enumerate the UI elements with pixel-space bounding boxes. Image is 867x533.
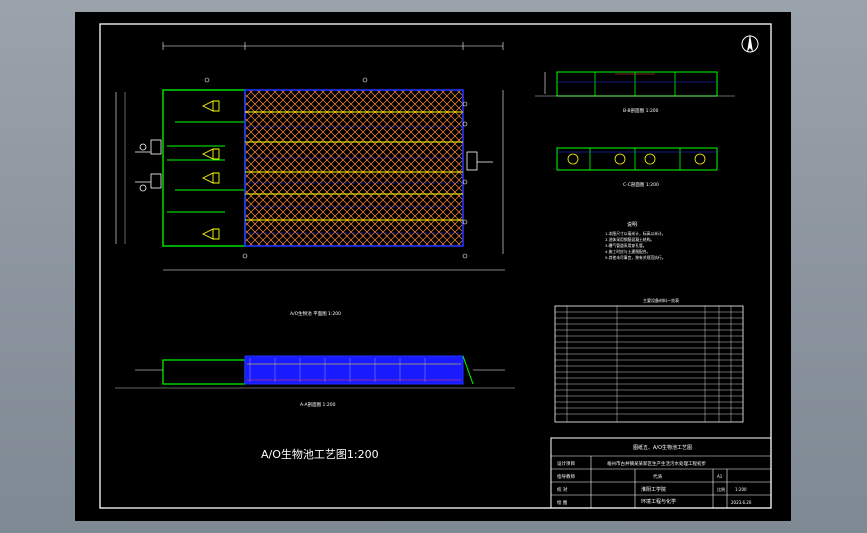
cad-drawing: A/O生物池 平面图 1:200 A-A剖面图 1:200 A/O生物池工艺图1… xyxy=(99,23,772,509)
north-arrow-icon xyxy=(741,34,759,53)
note-line: 2.池体采用钢筋混凝土结构。 xyxy=(605,237,654,242)
designer-label: 指导教师 xyxy=(557,473,575,480)
note-line: 4.施工时应与土建图配合。 xyxy=(605,249,650,254)
note-line: 1.本图尺寸以毫米计，标高以米计。 xyxy=(605,231,666,236)
note-line: 3.曝气管道采用穿孔管。 xyxy=(605,243,647,248)
project-label: 设计项目 xyxy=(557,460,575,467)
sheet-size: A1 xyxy=(717,474,723,479)
drawing-sheet: A/O生物池 平面图 1:200 A-A剖面图 1:200 A/O生物池工艺图1… xyxy=(75,12,791,521)
main-title: A/O生物池工艺图1:200 xyxy=(261,447,379,461)
section-cc-caption: C-C剖面图 1:200 xyxy=(623,181,659,188)
section-aa xyxy=(115,355,515,389)
plan-view xyxy=(115,42,505,271)
equipment-table: 主要设备材料一览表 xyxy=(554,297,744,423)
school-name: 淮阴工学院 xyxy=(641,486,666,493)
plan-caption: A/O生物池 平面图 1:200 xyxy=(290,310,341,317)
project-name: 亳州市古井镇某某新区生产生活污水处理工程初步 xyxy=(607,460,706,467)
draw-label: 绘 图 xyxy=(557,499,568,506)
department-name: 环境工程与化学 xyxy=(641,498,676,505)
section-cc xyxy=(556,147,718,171)
notes-title: 说明 xyxy=(627,221,637,228)
designer-name: 代涛 xyxy=(653,473,662,480)
date: 2023.6.20 xyxy=(731,500,752,505)
scale-value: 1:200 xyxy=(735,487,747,492)
section-bb-caption: B-B剖面图 1:200 xyxy=(623,107,659,114)
notes-block: 说明 1.本图尺寸以毫米计，标高以米计。 2.池体采用钢筋混凝土结构。 3.曝气… xyxy=(605,221,666,260)
title-block: 图纸五、A/O生物池工艺图 设计项目 亳州市古井镇某某新区生产生活污水处理工程初… xyxy=(550,437,772,509)
row-check-label: 校 对 xyxy=(557,486,568,493)
section-bb xyxy=(535,71,735,97)
section-aa-caption: A-A剖面图 1:200 xyxy=(300,401,336,408)
scale-label: 比例 xyxy=(717,486,725,492)
table-title: 主要设备材料一览表 xyxy=(643,297,679,303)
drawing-name: 图纸五、A/O生物池工艺图 xyxy=(633,444,692,451)
note-line: 5.其他未尽事宜，按有关规范执行。 xyxy=(605,255,666,260)
